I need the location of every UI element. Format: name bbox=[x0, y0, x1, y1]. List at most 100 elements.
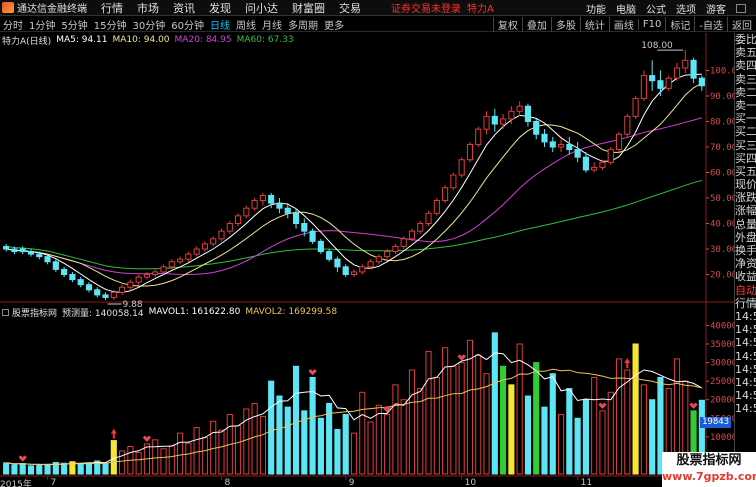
ma60-value: MA60: 67.33 bbox=[236, 35, 294, 45]
sidebar-item[interactable]: 行情 bbox=[735, 297, 756, 310]
sidebar-item[interactable]: 换手 bbox=[735, 244, 756, 257]
candle-up bbox=[375, 256, 382, 263]
volume-bar bbox=[177, 432, 184, 475]
volume-bar bbox=[400, 399, 407, 475]
ma60-path bbox=[6, 179, 703, 270]
volume-bar bbox=[640, 384, 647, 475]
volume-bar bbox=[3, 462, 10, 475]
sidebar-item[interactable]: 净资 bbox=[735, 257, 756, 270]
candle-down bbox=[657, 80, 664, 89]
candle-down bbox=[309, 230, 316, 242]
candle-down bbox=[574, 149, 581, 158]
ma10-path bbox=[6, 82, 703, 287]
sidebar-item[interactable]: 买五 bbox=[735, 165, 756, 178]
sidebar-item[interactable]: 14:50 bbox=[735, 402, 756, 415]
volume-bar bbox=[218, 429, 225, 475]
volume-bar bbox=[292, 365, 300, 475]
sidebar-item[interactable]: 买一 bbox=[735, 112, 756, 125]
sidebar-item[interactable]: 涨跌 bbox=[735, 191, 756, 204]
candle-down bbox=[649, 75, 656, 82]
volume-bar bbox=[36, 464, 43, 475]
volume-bar bbox=[384, 414, 391, 475]
candle-down bbox=[541, 133, 548, 143]
sidebar-item[interactable]: 卖五 bbox=[735, 46, 756, 59]
candle-down bbox=[85, 284, 93, 291]
candle-up bbox=[632, 98, 639, 117]
volume-bar bbox=[466, 339, 474, 475]
indicator-checkbox[interactable] bbox=[2, 308, 9, 316]
candle-up bbox=[500, 118, 507, 125]
high-price-label: 108.00 bbox=[641, 41, 673, 51]
date-axis: 789101112 bbox=[47, 476, 683, 487]
candle-up bbox=[367, 261, 374, 268]
sidebar-item[interactable]: 14:50 bbox=[735, 323, 756, 336]
candle-down bbox=[69, 274, 76, 281]
volume-bar bbox=[425, 350, 432, 475]
sidebar-item[interactable]: 收益 bbox=[735, 270, 756, 283]
kline-chart[interactable]: 100.0090.0080.0070.0060.0050.0040.0030.0… bbox=[0, 0, 756, 487]
volume-bar bbox=[27, 465, 35, 475]
candle-down bbox=[268, 194, 275, 204]
candle-up bbox=[450, 174, 457, 189]
month-label: 10 bbox=[465, 478, 477, 487]
candle-up bbox=[243, 207, 250, 217]
candle-up bbox=[185, 253, 192, 260]
sidebar-item[interactable]: 卖二 bbox=[735, 86, 756, 99]
volume-bar bbox=[500, 365, 507, 475]
indicator-source[interactable]: 股票指标网 bbox=[12, 306, 57, 319]
volume-bar bbox=[334, 428, 341, 475]
sidebar-item[interactable]: 买四 bbox=[735, 152, 756, 165]
candle-up bbox=[673, 67, 681, 79]
volume-axis: 400003500030000250002000015000100005000 bbox=[706, 321, 737, 461]
main-legend: 特力A(日线) MA5: 94.11 MA10: 94.00 MA20: 84.… bbox=[2, 34, 299, 47]
candle-up bbox=[607, 149, 614, 163]
candle-up bbox=[417, 223, 424, 232]
sidebar-item[interactable]: 外盘 bbox=[735, 231, 756, 244]
candle-up bbox=[591, 166, 598, 171]
sidebar-item[interactable]: 买三 bbox=[735, 139, 756, 152]
candle-up bbox=[682, 59, 689, 69]
sidebar-item[interactable]: 卖四 bbox=[735, 59, 756, 72]
candle-up bbox=[350, 271, 358, 276]
candle-down bbox=[36, 253, 43, 258]
sidebar-item[interactable]: 涨幅 bbox=[735, 204, 756, 217]
sidebar-item[interactable]: 总量 bbox=[735, 218, 756, 231]
sidebar-item[interactable]: 自动 bbox=[735, 284, 756, 297]
sidebar-item[interactable]: 14:50 bbox=[735, 389, 756, 402]
candle-down bbox=[524, 105, 531, 122]
mavol1-value: MAVOL1: 161622.80 bbox=[148, 307, 241, 317]
candle-down bbox=[61, 268, 68, 275]
volume-bar bbox=[599, 410, 606, 475]
volume-bar bbox=[359, 391, 366, 475]
watermark-url: www.7gpzb.com bbox=[662, 470, 756, 483]
volume-bar bbox=[185, 442, 192, 475]
volume-bar bbox=[508, 384, 515, 475]
volume-bar bbox=[85, 462, 93, 475]
signal-heart-icon bbox=[308, 369, 317, 376]
volume-bar bbox=[549, 373, 556, 475]
candle-down bbox=[19, 248, 26, 253]
signal-heart-icon bbox=[689, 402, 698, 409]
month-label: 11 bbox=[581, 478, 592, 487]
year-label: 2015年 bbox=[0, 480, 32, 487]
candle-up bbox=[218, 230, 225, 240]
candle-up bbox=[442, 187, 449, 202]
sidebar-item[interactable]: 卖一 bbox=[735, 99, 756, 112]
volume-bar bbox=[483, 373, 490, 475]
forecast-volume: 预测量: 140058.14 bbox=[62, 308, 144, 319]
candle-up bbox=[384, 251, 391, 258]
sidebar-item[interactable]: 14:50 bbox=[735, 350, 756, 363]
sidebar-item[interactable]: 买二 bbox=[735, 125, 756, 138]
sidebar-item[interactable]: 14:50 bbox=[735, 363, 756, 376]
sidebar-item[interactable]: 14:50 bbox=[735, 310, 756, 323]
sidebar-item[interactable]: 卖三 bbox=[735, 73, 756, 86]
candle-up bbox=[226, 223, 233, 232]
sidebar-item[interactable]: 14:50 bbox=[735, 376, 756, 389]
sidebar-item[interactable]: 现价 bbox=[735, 178, 756, 191]
candle-down bbox=[27, 251, 35, 255]
candle-up bbox=[135, 276, 142, 283]
sidebar-item[interactable]: 14:50 bbox=[735, 336, 756, 349]
candle-down bbox=[301, 223, 308, 232]
sidebar-item[interactable]: 委比 bbox=[735, 33, 756, 46]
volume-bar bbox=[607, 391, 614, 475]
